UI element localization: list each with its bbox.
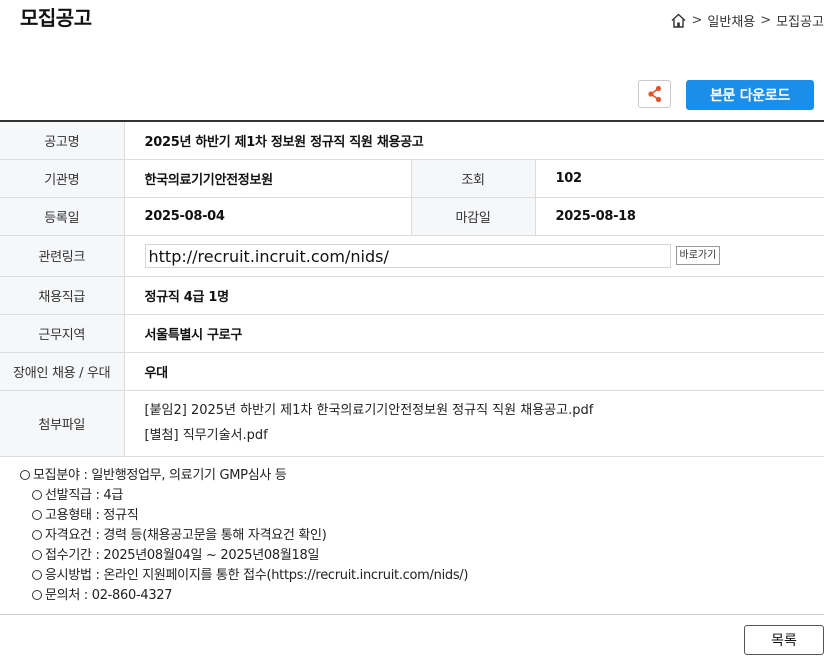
region-value: 서울특별시 구로구: [124, 314, 824, 353]
share-button[interactable]: [638, 80, 671, 108]
deadline-label: 마감일: [410, 197, 536, 236]
attachment-label: 첨부파일: [0, 390, 125, 457]
share-icon: [647, 85, 661, 103]
disabled-hiring-label: 장애인 채용 / 우대: [0, 352, 125, 391]
link-field[interactable]: http://recruit.incruit.com/nids/: [144, 243, 671, 268]
table-row: 근무지역 서울특별시 구로구: [0, 314, 824, 353]
table-row: 관련링크 http://recruit.incruit.com/nids/바로가…: [0, 235, 824, 277]
table-row: 채용직급 정규직 4급 1명: [0, 276, 824, 315]
circle-bullet-icon: [32, 490, 42, 500]
circle-bullet-icon: [32, 530, 42, 540]
table-row: 장애인 채용 / 우대 우대: [0, 352, 824, 391]
list-item: 문의처 : 02-860-4327: [20, 586, 468, 606]
go-link-button[interactable]: 바로가기: [675, 246, 721, 265]
attachment-link[interactable]: [별첨] 직무기술서.pdf: [145, 423, 824, 448]
circle-bullet-icon: [32, 570, 42, 580]
agency-label: 기관명: [0, 159, 125, 198]
link-cell: http://recruit.incruit.com/nids/바로가기: [124, 235, 824, 277]
list-button[interactable]: 목록: [744, 625, 824, 655]
list-item: 접수기간 : 2025년08월04일 ~ 2025년08월18일: [20, 546, 468, 566]
attachment-link[interactable]: [붙임2] 2025년 하반기 제1차 한국의료기기안전정보원 정규직 직원 채…: [145, 398, 824, 423]
table-row: 기관명 한국의료기기안전정보원 조회 102: [0, 159, 824, 198]
divider: [0, 614, 824, 615]
breadcrumb-separator: >: [691, 13, 703, 28]
detail-text: 응시방법 : 온라인 지원페이지를 통한 접수(https://recruit.…: [45, 568, 469, 583]
list-item: 응시방법 : 온라인 지원페이지를 통한 접수(https://recruit.…: [20, 566, 468, 586]
reg-date-label: 등록일: [0, 197, 125, 236]
reg-date-value: 2025-08-04: [124, 197, 411, 236]
disabled-hiring-value: 우대: [124, 352, 824, 391]
link-label: 관련링크: [0, 235, 125, 277]
breadcrumb-item-notice[interactable]: 모집공고: [776, 11, 824, 30]
details-list: 모집분야 : 일반행정업무, 의료기기 GMP심사 등 선발직급 : 4급 고용…: [20, 466, 468, 606]
detail-text: 선발직급 : 4급: [45, 488, 124, 503]
title-label: 공고명: [0, 121, 125, 160]
table-row: 첨부파일 [붙임2] 2025년 하반기 제1차 한국의료기기안전정보원 정규직…: [0, 390, 824, 457]
detail-text: 접수기간 : 2025년08월04일 ~ 2025년08월18일: [45, 548, 320, 563]
grade-value: 정규직 4급 1명: [124, 276, 824, 315]
download-button[interactable]: 본문 다운로드: [686, 80, 814, 110]
attachment-list: [붙임2] 2025년 하반기 제1차 한국의료기기안전정보원 정규직 직원 채…: [124, 390, 824, 457]
grade-label: 채용직급: [0, 276, 125, 315]
circle-bullet-icon: [32, 550, 42, 560]
detail-text: 고용형태 : 정규직: [45, 508, 139, 523]
breadcrumb: > 일반채용 > 모집공고: [670, 11, 824, 30]
list-item: 고용형태 : 정규직: [20, 506, 468, 526]
deadline-value: 2025-08-18: [535, 197, 824, 236]
list-item: 자격요건 : 경력 등(채용공고문을 통해 자격요건 확인): [20, 526, 468, 546]
breadcrumb-item-general[interactable]: 일반채용: [707, 11, 755, 30]
list-item: 모집분야 : 일반행정업무, 의료기기 GMP심사 등: [20, 466, 468, 486]
title-value: 2025년 하반기 제1차 정보원 정규직 직원 채용공고: [124, 121, 824, 160]
notice-info-table: 공고명 2025년 하반기 제1차 정보원 정규직 직원 채용공고 기관명 한국…: [0, 120, 824, 457]
detail-text: 자격요건 : 경력 등(채용공고문을 통해 자격요건 확인): [45, 528, 327, 543]
page-title: 모집공고: [20, 6, 92, 30]
circle-bullet-icon: [32, 590, 42, 600]
detail-text: 모집분야 : 일반행정업무, 의료기기 GMP심사 등: [33, 468, 287, 483]
detail-text: 문의처 : 02-860-4327: [45, 588, 173, 603]
circle-bullet-icon: [32, 510, 42, 520]
home-icon[interactable]: [670, 12, 687, 29]
region-label: 근무지역: [0, 314, 125, 353]
views-value: 102: [535, 159, 824, 198]
table-row: 등록일 2025-08-04 마감일 2025-08-18: [0, 197, 824, 236]
agency-value: 한국의료기기안전정보원: [124, 159, 411, 198]
circle-bullet-icon: [20, 470, 30, 480]
views-label: 조회: [410, 159, 536, 198]
table-row: 공고명 2025년 하반기 제1차 정보원 정규직 직원 채용공고: [0, 121, 824, 160]
list-item: 선발직급 : 4급: [20, 486, 468, 506]
breadcrumb-separator: >: [760, 13, 772, 28]
